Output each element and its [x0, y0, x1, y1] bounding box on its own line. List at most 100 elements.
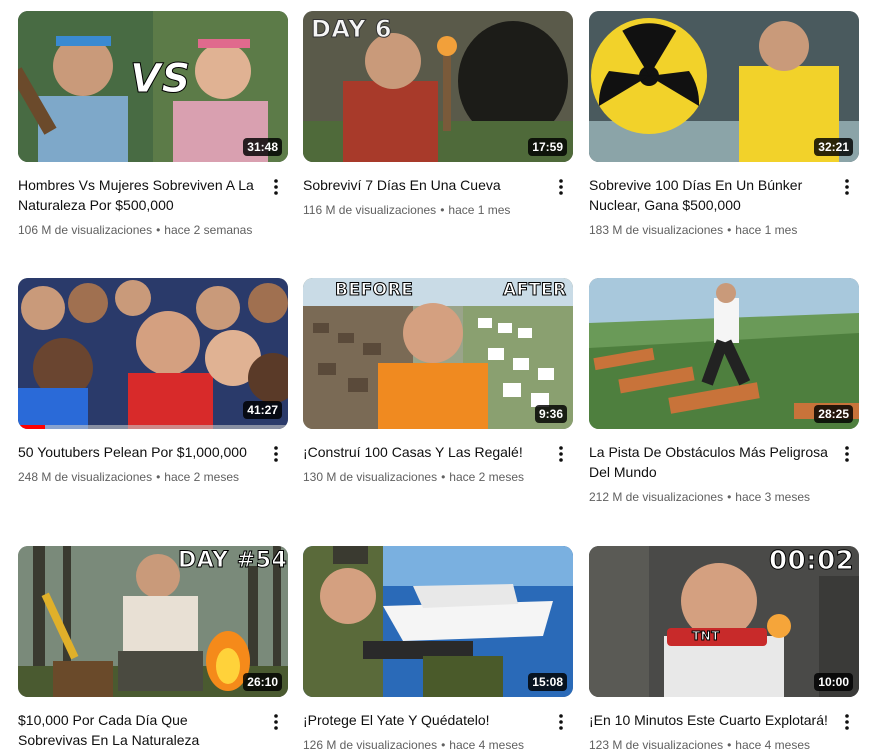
- video-grid: VS 31:48 Hombres Vs Mujeres Sobreviven A…: [0, 0, 869, 755]
- duration-badge: 15:08: [528, 673, 567, 691]
- upload-age: hace 2 semanas: [164, 223, 253, 237]
- thumbnail-overlay-text: 00:02: [768, 546, 855, 577]
- video-title[interactable]: ¡Protege El Yate Y Quédatelo!: [303, 710, 543, 730]
- upload-age: hace 1 mes: [735, 223, 798, 237]
- thumbnail-overlay-text: BEFORE: [334, 280, 414, 301]
- video-thumbnail[interactable]: 41:27: [18, 278, 288, 429]
- upload-age: hace 4 meses: [449, 738, 524, 752]
- duration-badge: 28:25: [814, 405, 853, 423]
- view-count: 126 M de visualizaciones: [303, 738, 438, 752]
- separator-dot: •: [727, 490, 732, 504]
- upload-age: hace 1 mes: [448, 203, 511, 217]
- more-vert-icon: [559, 179, 563, 195]
- video-card[interactable]: BEFORE AFTER 9:36 ¡Construí 100 Casas Y …: [303, 278, 573, 486]
- upload-age: hace 3 meses: [735, 490, 810, 504]
- video-thumbnail[interactable]: 15:08: [303, 546, 573, 697]
- more-options-button[interactable]: [264, 175, 288, 199]
- video-stats: 116 M de visualizaciones • hace 1 mes: [303, 201, 543, 219]
- more-options-button[interactable]: [549, 175, 573, 199]
- video-thumbnail[interactable]: VS 31:48: [18, 11, 288, 162]
- view-count: 212 M de visualizaciones: [589, 490, 724, 504]
- more-vert-icon: [845, 179, 849, 195]
- video-meta: Sobreviví 7 Días En Una Cueva 116 M de v…: [303, 175, 573, 219]
- video-thumbnail[interactable]: DAY #54 26:10: [18, 546, 288, 697]
- view-count: 106 M de visualizaciones: [18, 223, 153, 237]
- video-stats: 183 M de visualizaciones • hace 1 mes: [589, 221, 829, 239]
- more-options-button[interactable]: [264, 442, 288, 466]
- thumbnail-overlay-text-secondary: TNT: [692, 629, 720, 644]
- view-count: 123 M de visualizaciones: [589, 738, 724, 752]
- video-card[interactable]: 15:08 ¡Protege El Yate Y Quédatelo! 126 …: [303, 546, 573, 754]
- separator-dot: •: [441, 738, 446, 752]
- video-card[interactable]: TNT 00:02 10:00 ¡En 10 Minutos Este Cuar…: [589, 546, 859, 754]
- video-title[interactable]: 50 Youtubers Pelean Por $1,000,000: [18, 442, 258, 462]
- video-stats: 126 M de visualizaciones • hace 4 meses: [303, 736, 543, 754]
- separator-dot: •: [156, 223, 161, 237]
- more-options-button[interactable]: [549, 442, 573, 466]
- more-options-button[interactable]: [549, 710, 573, 734]
- upload-age: hace 4 meses: [735, 738, 810, 752]
- video-card[interactable]: 32:21 Sobrevive 100 Días En Un Búnker Nu…: [589, 11, 859, 239]
- video-title[interactable]: $10,000 Por Cada Día Que Sobrevivas En L…: [18, 710, 258, 750]
- more-vert-icon: [559, 714, 563, 730]
- thumbnail-overlay-text-secondary: AFTER: [503, 280, 567, 301]
- watch-progress-fill: [18, 425, 45, 429]
- separator-dot: •: [727, 223, 732, 237]
- video-thumbnail[interactable]: TNT 00:02 10:00: [589, 546, 859, 697]
- thumbnail-overlay-text: DAY #54: [177, 548, 288, 574]
- video-card[interactable]: VS 31:48 Hombres Vs Mujeres Sobreviven A…: [18, 11, 288, 239]
- video-meta: 50 Youtubers Pelean Por $1,000,000 248 M…: [18, 442, 288, 486]
- view-count: 116 M de visualizaciones: [303, 203, 437, 217]
- view-count: 183 M de visualizaciones: [589, 223, 724, 237]
- video-meta: ¡En 10 Minutos Este Cuarto Explotará! 12…: [589, 710, 859, 754]
- video-stats: 130 M de visualizaciones • hace 2 meses: [303, 468, 543, 486]
- more-options-button[interactable]: [835, 175, 859, 199]
- duration-badge: 17:59: [528, 138, 567, 156]
- video-meta: ¡Protege El Yate Y Quédatelo! 126 M de v…: [303, 710, 573, 754]
- video-title[interactable]: Hombres Vs Mujeres Sobreviven A La Natur…: [18, 175, 258, 215]
- thumbnail-image: [303, 278, 573, 429]
- video-stats: 212 M de visualizaciones • hace 3 meses: [589, 488, 829, 506]
- more-options-button[interactable]: [835, 442, 859, 466]
- video-meta: $10,000 Por Cada Día Que Sobrevivas En L…: [18, 710, 288, 750]
- video-meta: Hombres Vs Mujeres Sobreviven A La Natur…: [18, 175, 288, 239]
- more-vert-icon: [274, 714, 278, 730]
- view-count: 130 M de visualizaciones: [303, 470, 438, 484]
- video-meta: La Pista De Obstáculos Más Peligrosa Del…: [589, 442, 859, 506]
- video-title[interactable]: Sobreviví 7 Días En Una Cueva: [303, 175, 543, 195]
- video-meta: ¡Construí 100 Casas Y Las Regalé! 130 M …: [303, 442, 573, 486]
- video-thumbnail[interactable]: DAY 6 17:59: [303, 11, 573, 162]
- duration-badge: 9:36: [534, 405, 567, 423]
- more-vert-icon: [274, 446, 278, 462]
- more-options-button[interactable]: [835, 710, 859, 734]
- video-title[interactable]: Sobrevive 100 Días En Un Búnker Nuclear,…: [589, 175, 829, 215]
- duration-badge: 32:21: [814, 138, 853, 156]
- video-stats: 248 M de visualizaciones • hace 2 meses: [18, 468, 258, 486]
- more-options-button[interactable]: [264, 710, 288, 734]
- thumbnail-overlay-text: DAY 6: [310, 15, 393, 44]
- video-card[interactable]: DAY 6 17:59 Sobreviví 7 Días En Una Cuev…: [303, 11, 573, 219]
- duration-badge: 41:27: [243, 401, 282, 419]
- separator-dot: •: [727, 738, 732, 752]
- video-title[interactable]: ¡Construí 100 Casas Y Las Regalé!: [303, 442, 543, 462]
- more-vert-icon: [845, 446, 849, 462]
- duration-badge: 10:00: [814, 673, 853, 691]
- video-card[interactable]: 28:25 La Pista De Obstáculos Más Peligro…: [589, 278, 859, 506]
- separator-dot: •: [440, 203, 445, 217]
- thumbnail-overlay-text: VS: [130, 56, 191, 103]
- video-stats: 106 M de visualizaciones • hace 2 semanas: [18, 221, 258, 239]
- video-thumbnail[interactable]: 32:21: [589, 11, 859, 162]
- video-thumbnail[interactable]: 28:25: [589, 278, 859, 429]
- upload-age: hace 2 meses: [164, 470, 239, 484]
- video-title[interactable]: ¡En 10 Minutos Este Cuarto Explotará!: [589, 710, 829, 730]
- duration-badge: 31:48: [243, 138, 282, 156]
- video-card[interactable]: 41:27 50 Youtubers Pelean Por $1,000,000…: [18, 278, 288, 486]
- separator-dot: •: [156, 470, 161, 484]
- video-title[interactable]: La Pista De Obstáculos Más Peligrosa Del…: [589, 442, 829, 482]
- duration-badge: 26:10: [243, 673, 282, 691]
- video-card[interactable]: DAY #54 26:10 $10,000 Por Cada Día Que S…: [18, 546, 288, 750]
- more-vert-icon: [559, 446, 563, 462]
- upload-age: hace 2 meses: [449, 470, 524, 484]
- watch-progress-bar: [18, 425, 288, 429]
- video-thumbnail[interactable]: BEFORE AFTER 9:36: [303, 278, 573, 429]
